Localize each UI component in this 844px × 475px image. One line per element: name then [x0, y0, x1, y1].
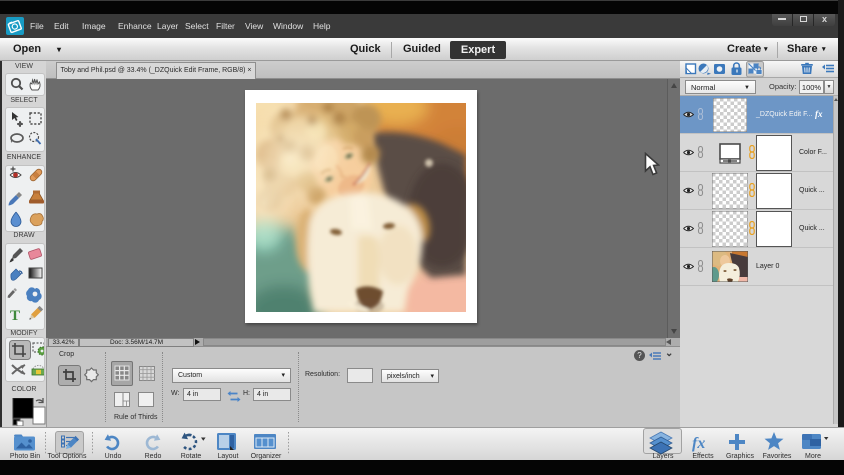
- svg-text:T: T: [10, 308, 20, 324]
- svg-text:fx: fx: [692, 435, 705, 452]
